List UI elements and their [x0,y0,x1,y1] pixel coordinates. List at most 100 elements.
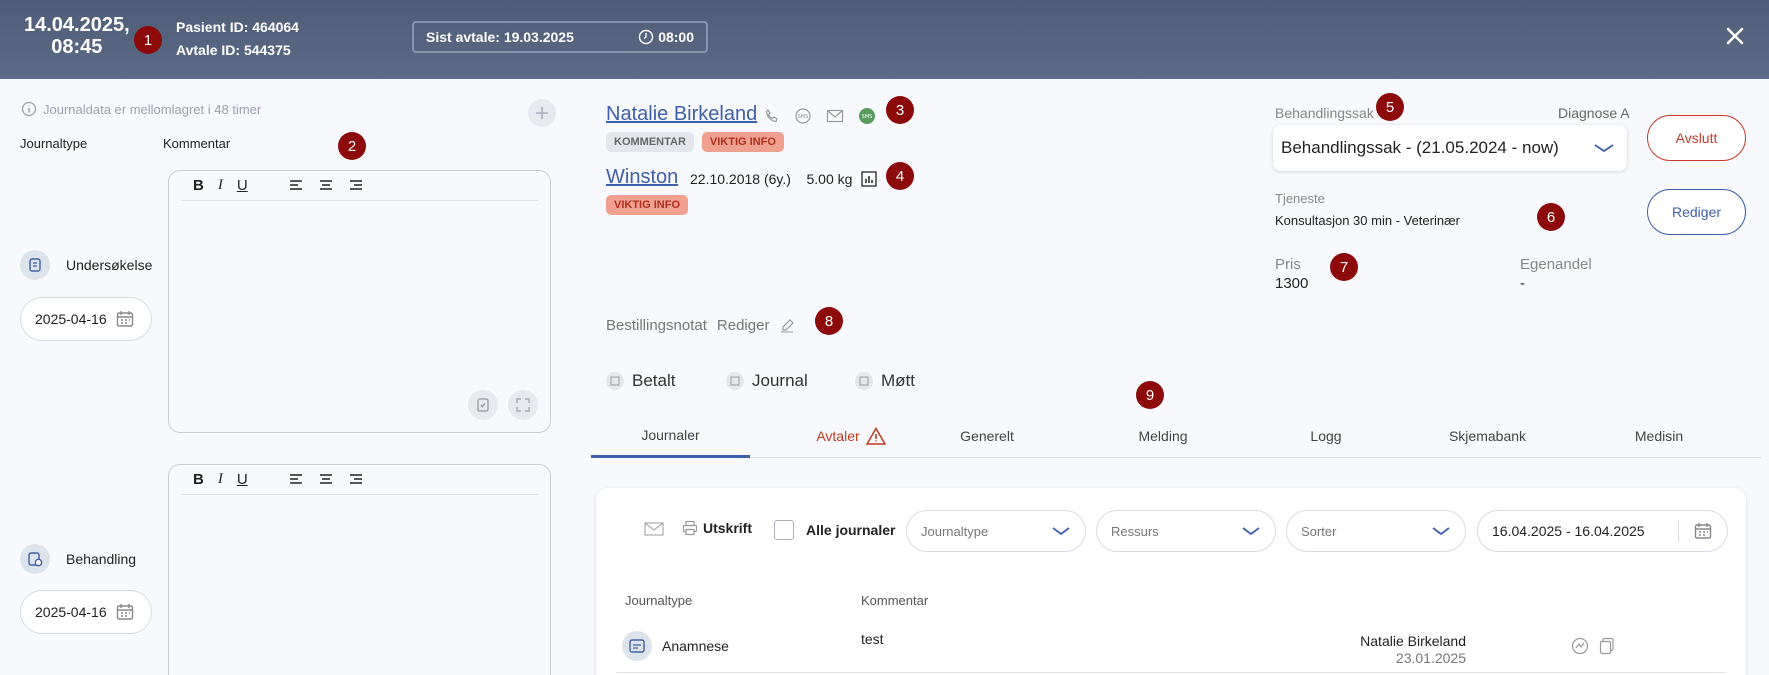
last-appointment-date: Sist avtale: 19.03.2025 [426,29,574,45]
pet-info: 22.10.2018 (6y.) 5.00 kg [690,170,878,188]
tab-form-bank[interactable]: Skjemabank [1405,414,1570,458]
col-comment: Kommentar [861,593,929,608]
comment-editor[interactable]: B I U [168,170,551,433]
col-journaltype: Journaltype [625,593,693,608]
mail-icon[interactable] [644,522,664,536]
align-center-icon[interactable] [318,473,334,487]
diagnosis-label: Diagnose A [1558,105,1630,121]
journaltype-filter[interactable]: Journaltype [906,510,1086,552]
mail-icon[interactable] [826,109,844,123]
examination-icon [20,250,50,280]
anamnesis-icon [622,631,652,661]
align-left-icon[interactable] [288,473,304,487]
status-attended[interactable]: Møtt [855,371,915,391]
comment-editor[interactable]: B I U [168,464,551,675]
sms-active-icon[interactable]: SMS [858,107,876,125]
order-note-edit-link[interactable]: Rediger [717,317,770,334]
id-block: Pasient ID: 464064 Avtale ID: 544375 [176,16,299,62]
journals-panel: Utskrift Alle journaler Journaltype Ress… [596,488,1746,675]
end-case-button[interactable]: Avslutt [1647,115,1746,161]
template-icon[interactable] [468,390,498,420]
tab-bar: Journaler Avtaler Generelt Melding Logg … [591,414,1761,458]
copy-icon[interactable] [1599,637,1615,655]
patient-id: Pasient ID: 464064 [176,19,299,35]
important-info-tag[interactable]: VIKTIG INFO [606,195,688,215]
resource-filter[interactable]: Ressurs [1096,510,1276,552]
row-author: Natalie Birkeland 23.01.2025 [1360,633,1466,666]
marker-6: 6 [1537,203,1565,231]
copay-label: Egenandel [1520,256,1592,273]
marker-8: 8 [815,307,843,335]
all-journals-toggle[interactable]: Alle journaler [774,520,895,540]
journal-date-picker[interactable]: 2025-04-16 [20,590,152,634]
cache-notice: Journaldata er mellomlagret i 48 timer [21,101,261,117]
order-note: Bestillingsnotat Rediger [606,317,795,334]
appointment-datetime: 14.04.2025, 08:45 [24,14,130,58]
sms-icon[interactable]: SMS [794,107,812,125]
marker-9: 9 [1136,381,1164,409]
align-right-icon[interactable] [348,473,364,487]
bold-button[interactable]: B [193,177,204,194]
sign-icon[interactable] [1571,637,1589,655]
table-row[interactable]: Anamnese test Natalie Birkeland 23.01.20… [616,623,1726,673]
tab-general[interactable]: Generelt [927,414,1047,458]
important-info-tag[interactable]: VIKTIG INFO [701,132,784,152]
italic-button[interactable]: I [218,177,223,194]
editor-toolbar: B I U [181,465,538,495]
expand-icon[interactable] [508,390,538,420]
align-left-icon[interactable] [288,179,304,193]
close-icon[interactable] [1723,24,1747,48]
add-journal-button[interactable] [528,99,556,127]
marker-7: 7 [1330,253,1358,281]
print-button[interactable]: Utskrift [682,520,752,536]
last-appointment-time: 08:00 [658,29,694,45]
tab-journals[interactable]: Journaler [591,414,750,458]
info-icon [21,101,37,117]
journal-icon [726,372,744,390]
svg-text:SMS: SMS [798,114,809,120]
edit-icon[interactable] [779,318,795,334]
phone-icon[interactable] [764,108,780,124]
journal-date-picker[interactable]: 2025-04-16 [20,297,152,341]
row-journaltype: Anamnese [662,638,729,654]
col-comment: Kommentar [163,136,231,151]
journal-entry-type: Undersøkelse [20,250,152,280]
sort-filter[interactable]: Sorter [1286,510,1466,552]
marker-2: 2 [338,132,366,160]
comment-tag[interactable]: KOMMENTAR [606,132,694,152]
case-label: Behandlingssak [1275,105,1374,121]
chevron-down-icon [1594,144,1614,153]
price-value: 1300 [1275,275,1309,292]
copay-value: - [1520,275,1525,292]
tab-appointments[interactable]: Avtaler [791,414,911,458]
editor-toolbar: B I U [181,171,538,201]
pet-name-link[interactable]: Winston [606,166,678,189]
align-center-icon[interactable] [318,179,334,193]
edit-service-button[interactable]: Rediger [1647,189,1746,235]
weight-chart-icon[interactable] [860,170,878,188]
all-journals-checkbox[interactable] [774,520,794,540]
top-bar: 14.04.2025, 08:45 Pasient ID: 464064 Avt… [0,0,1769,79]
calendar-icon [1694,523,1712,539]
underline-button[interactable]: U [237,177,248,194]
tab-messages[interactable]: Melding [1088,414,1238,458]
owner-tags: KOMMENTAR VIKTIG INFO [606,132,784,152]
status-paid[interactable]: Betalt [606,371,675,391]
date-range-picker[interactable]: 16.04.2025 - 16.04.2025 [1477,510,1728,552]
status-journal[interactable]: Journal [726,371,808,391]
treatment-icon [20,544,50,574]
align-right-icon[interactable] [348,179,364,193]
bold-button[interactable]: B [193,471,204,488]
marker-1: 1 [134,26,162,54]
marker-5: 5 [1376,93,1404,121]
owner-name-link[interactable]: Natalie Birkeland [606,103,757,126]
clock-icon [638,29,654,45]
treatment-case-select[interactable]: Behandlingssak - (21.05.2024 - now) [1273,125,1627,171]
underline-button[interactable]: U [237,471,248,488]
chevron-down-icon [1052,527,1070,536]
tab-log[interactable]: Logg [1261,414,1391,458]
tab-medicine[interactable]: Medisin [1586,414,1732,458]
italic-button[interactable]: I [218,471,223,488]
printer-icon [682,520,698,536]
journal-entry-type: Behandling [20,544,136,574]
